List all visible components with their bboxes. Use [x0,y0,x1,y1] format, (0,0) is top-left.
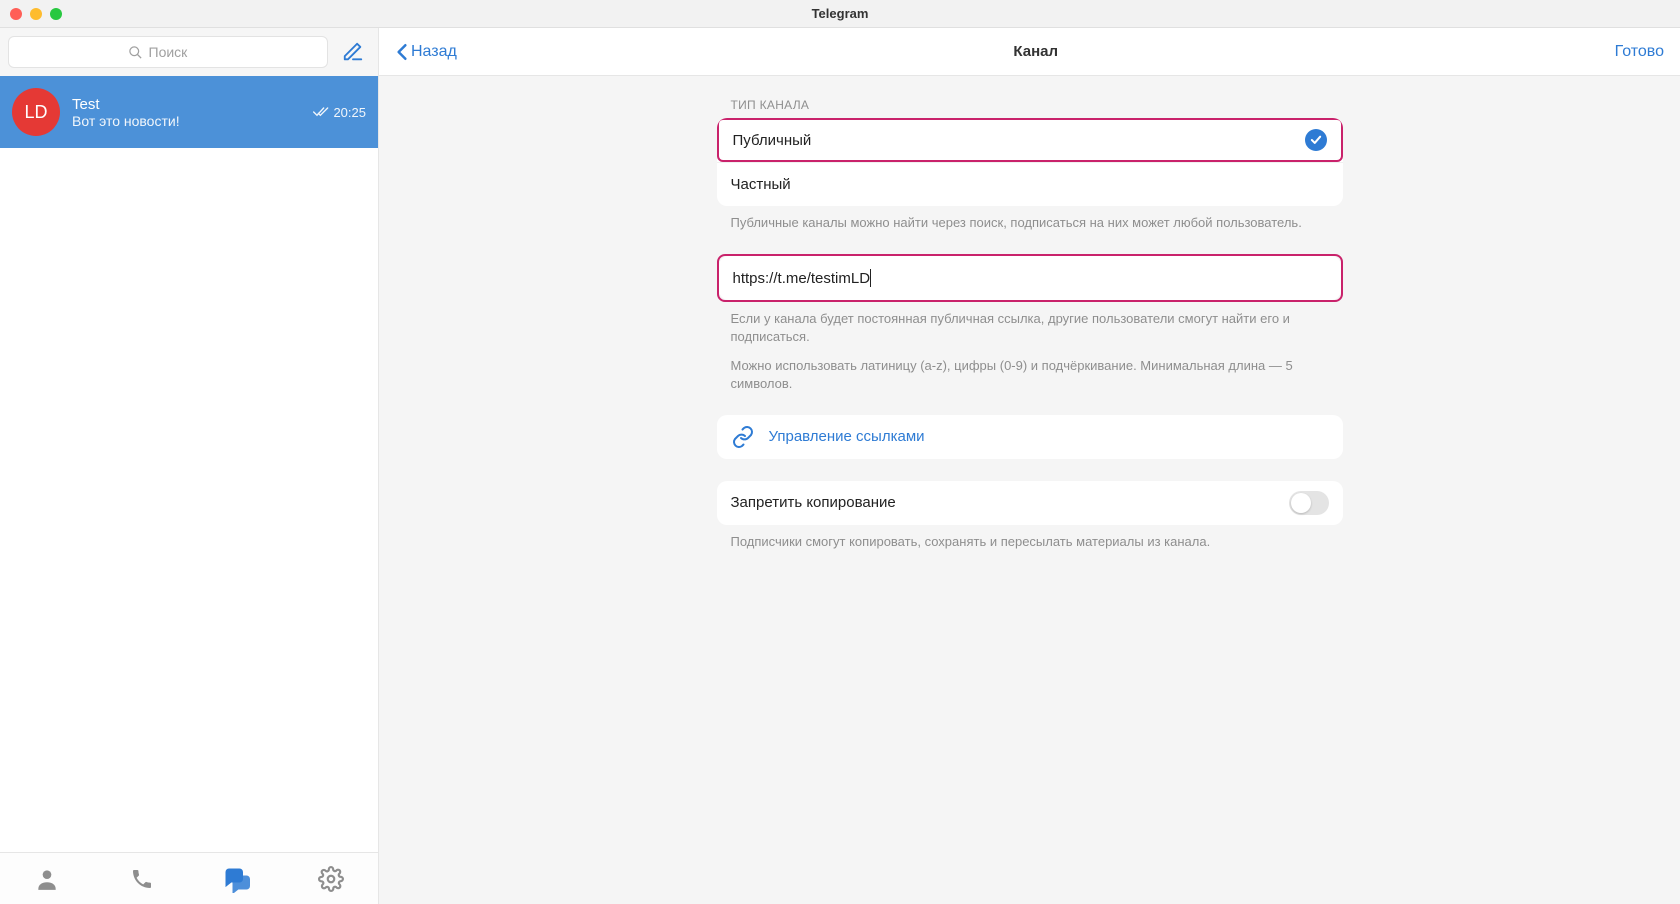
contacts-icon [34,866,60,892]
window-maximize-button[interactable] [50,8,62,20]
titlebar: Telegram [0,0,1680,28]
nav-chats[interactable] [222,865,250,893]
chat-item-center: Test Вот это новости! [72,96,301,129]
sidebar-bottom-nav [0,852,378,904]
nav-contacts[interactable] [33,865,61,893]
restrict-copy-hint: Подписчики смогут копировать, сохранять … [717,525,1343,551]
traffic-lights [0,8,62,20]
nav-calls[interactable] [128,865,156,893]
back-button[interactable]: Назад [395,43,457,61]
avatar: LD [12,88,60,136]
channel-link-value: testimLD [811,270,870,287]
chat-item-time: 20:25 [333,105,366,120]
manage-links-label: Управление ссылками [769,428,925,445]
main: Назад Канал Готово ТИП КАНАЛА Публичный … [379,28,1680,904]
read-check-icon [313,106,329,118]
channel-link-hint-1: Если у канала будет постоянная публичная… [717,302,1343,346]
restrict-copy-row: Запретить копирование [717,481,1343,525]
text-cursor [870,269,871,287]
toggle-knob [1291,493,1311,513]
compose-button[interactable] [336,35,370,69]
phone-icon [130,867,154,891]
channel-type-hint: Публичные каналы можно найти через поиск… [717,206,1343,232]
main-body: ТИП КАНАЛА Публичный Частный Публичные к… [379,76,1680,904]
window-minimize-button[interactable] [30,8,42,20]
sidebar-top [0,28,378,76]
link-icon [731,425,755,449]
channel-type-private-row[interactable]: Частный [717,162,1343,206]
chat-list: LD Test Вот это новости! 20:25 [0,76,378,852]
search-icon [128,45,143,60]
chat-item-preview: Вот это новости! [72,113,301,129]
channel-link-row[interactable]: https://t.me/testimLD [719,256,1341,300]
gear-icon [318,866,344,892]
search-field[interactable] [8,36,328,68]
restrict-copy-toggle[interactable] [1289,491,1329,515]
channel-type-private-label: Частный [731,176,791,193]
chevron-left-icon [395,43,409,61]
chat-item-meta: 20:25 [313,105,366,120]
chat-item-name: Test [72,96,301,113]
nav-settings[interactable] [317,865,345,893]
selected-check-icon [1305,129,1327,151]
channel-type-card: Публичный Частный [717,118,1343,206]
manage-links-row[interactable]: Управление ссылками [717,415,1343,459]
channel-type-section-label: ТИП КАНАЛА [717,98,1343,118]
channel-link-hint-2: Можно использовать латиницу (a-z), цифры… [717,347,1343,393]
channel-link-input-wrap: https://t.me/testimLD [717,254,1343,302]
channel-type-public-label: Публичный [733,132,812,149]
settings-column: ТИП КАНАЛА Публичный Частный Публичные к… [717,98,1343,551]
chats-icon [222,865,250,893]
sidebar: LD Test Вот это новости! 20:25 [0,28,379,904]
chat-item[interactable]: LD Test Вот это новости! 20:25 [0,76,378,148]
channel-type-public-row[interactable]: Публичный [717,118,1343,162]
window-title: Telegram [812,6,869,21]
channel-link-prefix: https://t.me/ [733,270,811,287]
app: LD Test Вот это новости! 20:25 [0,28,1680,904]
page-title: Канал [1013,43,1058,60]
main-header: Назад Канал Готово [379,28,1680,76]
compose-icon [342,41,364,63]
search-input[interactable] [149,44,209,60]
back-label: Назад [411,43,457,61]
window-close-button[interactable] [10,8,22,20]
restrict-copy-label: Запретить копирование [731,494,896,511]
done-button[interactable]: Готово [1615,43,1664,61]
